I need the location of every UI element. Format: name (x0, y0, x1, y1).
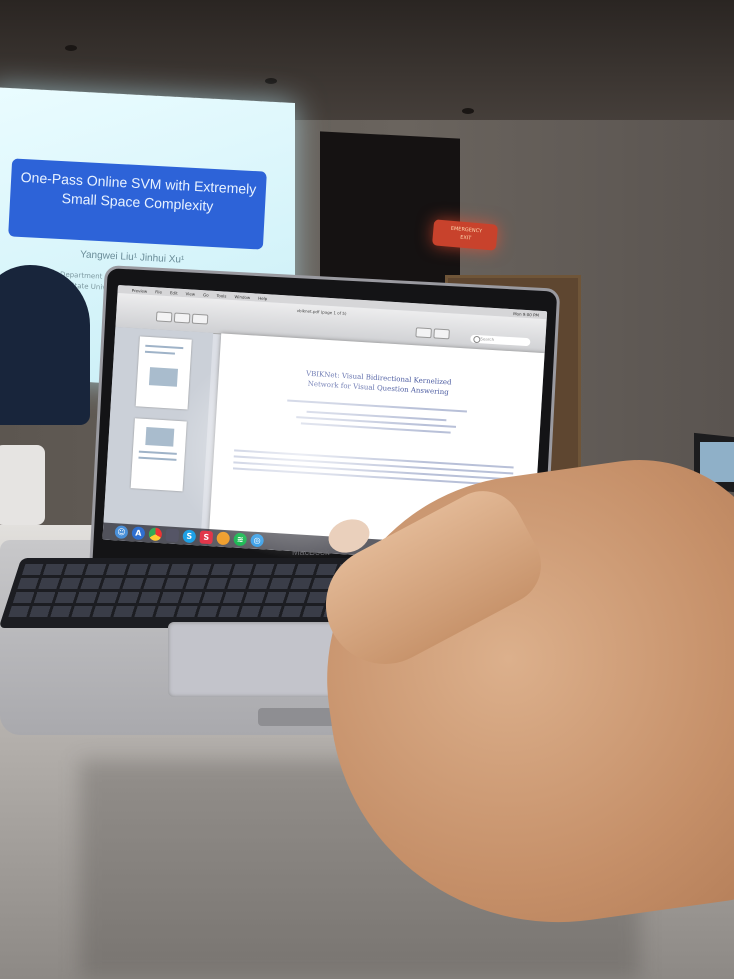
finder-icon[interactable]: ☺ (114, 525, 129, 540)
chair (0, 445, 45, 525)
menu-item[interactable]: File (155, 289, 162, 294)
launchpad-icon[interactable]: A (131, 526, 146, 541)
classroom-photo: One-Pass Online SVM with Extremely Small… (0, 0, 734, 979)
sidebar-toggle-button[interactable] (155, 311, 173, 323)
menu-item[interactable]: Preview (132, 287, 148, 293)
exit-sign: EMERGENCY EXIT (431, 219, 499, 251)
laptop-brand-label: MacBook (292, 547, 330, 557)
audience-person (0, 265, 90, 425)
menu-item[interactable]: Tools (216, 293, 226, 299)
share-button[interactable] (415, 327, 432, 339)
menu-item[interactable]: Window (234, 294, 250, 300)
menu-item[interactable]: Go (203, 292, 209, 297)
document-title: vbiknet.pdf (page 1 of 5) (296, 307, 347, 316)
ceiling-light (265, 78, 277, 84)
zoom-in-button[interactable] (191, 313, 209, 325)
chrome-icon[interactable] (148, 527, 163, 542)
zoom-out-button[interactable] (173, 312, 191, 324)
screen-glare (170, 340, 430, 560)
menu-item[interactable]: View (186, 291, 196, 297)
markup-button[interactable] (433, 328, 450, 340)
menu-item[interactable]: Edit (170, 290, 178, 295)
ceiling-light (462, 108, 474, 114)
ceiling-light (65, 45, 77, 51)
menu-item[interactable]: Help (258, 295, 267, 301)
